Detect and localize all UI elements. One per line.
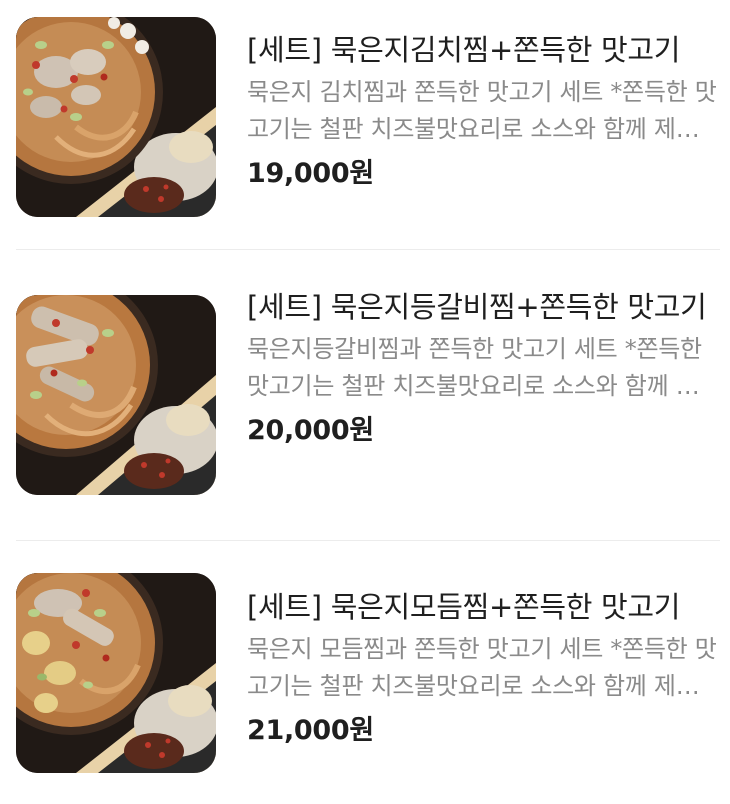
food-photo-icon — [16, 295, 216, 495]
menu-item-kimchi-jjim-set[interactable]: [세트] 묵은지김치찜+쫀득한 맛고기 묵은지 김치찜과 쫀득한 맛고기 세트 … — [16, 17, 720, 217]
menu-item-description: 묵은지등갈비찜과 쫀득한 맛고기 세트 *쫀득한 맛고기는 철판 치즈불맛요리로… — [247, 335, 702, 400]
item-divider — [16, 249, 720, 250]
menu-item-info: [세트] 묵은지김치찜+쫀득한 맛고기 묵은지 김치찜과 쫀득한 맛고기 세트 … — [247, 17, 717, 194]
menu-item-image — [16, 573, 216, 773]
menu-item-price: 21,000원 — [247, 715, 374, 746]
menu-item-info: [세트] 묵은지등갈비찜+쫀득한 맛고기 묵은지등갈비찜과 쫀득한 맛고기 세트… — [247, 290, 717, 451]
menu-item-price: 19,000원 — [247, 158, 374, 189]
menu-item-title: [세트] 묵은지모듬찜+쫀득한 맛고기 — [247, 590, 681, 624]
food-photo-icon — [16, 17, 216, 217]
menu-item-price: 20,000원 — [247, 415, 374, 446]
menu-item-modeum-jjim-set[interactable]: [세트] 묵은지모듬찜+쫀득한 맛고기 묵은지 모듬찜과 쫀득한 맛고기 세트 … — [16, 573, 720, 773]
menu-item-image — [16, 295, 216, 495]
menu-item-description: 묵은지 김치찜과 쫀득한 맛고기 세트 *쫀득한 맛고기는 철판 치즈불맛요리로… — [247, 78, 717, 143]
menu-item-title: [세트] 묵은지김치찜+쫀득한 맛고기 — [247, 33, 681, 67]
menu-item-image — [16, 17, 216, 217]
food-photo-icon — [16, 573, 216, 773]
menu-item-title: [세트] 묵은지등갈비찜+쫀득한 맛고기 — [247, 290, 707, 324]
menu-item-description: 묵은지 모듬찜과 쫀득한 맛고기 세트 *쫀득한 맛고기는 철판 치즈불맛요리로… — [247, 635, 717, 700]
menu-item-info: [세트] 묵은지모듬찜+쫀득한 맛고기 묵은지 모듬찜과 쫀득한 맛고기 세트 … — [247, 573, 717, 751]
menu-item-deunggalbi-jjim-set[interactable]: [세트] 묵은지등갈비찜+쫀득한 맛고기 묵은지등갈비찜과 쫀득한 맛고기 세트… — [16, 290, 720, 495]
item-divider — [16, 540, 720, 541]
